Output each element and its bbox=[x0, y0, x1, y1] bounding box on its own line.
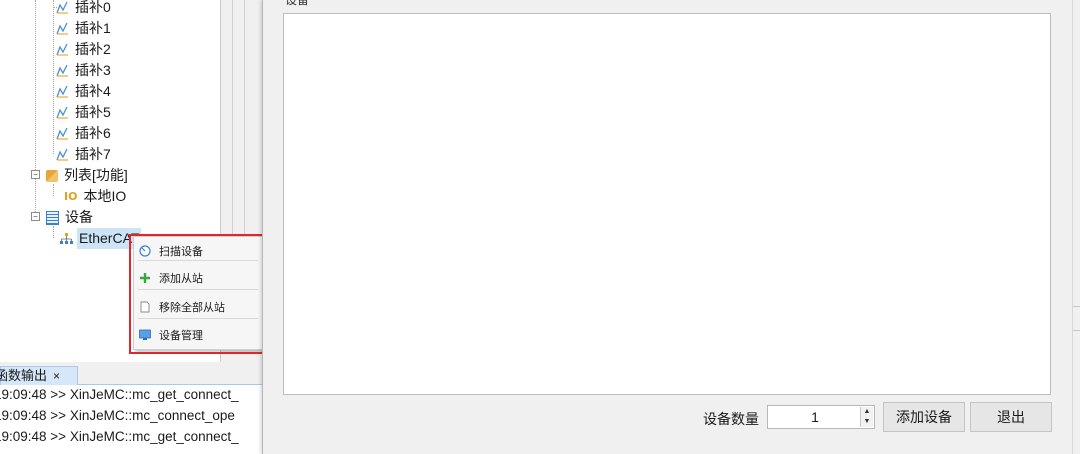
tree-item-devices[interactable]: 设备 bbox=[46, 207, 95, 228]
log-line: 19:09:48 >> XinJeMC::mc_connect_ope bbox=[0, 408, 235, 423]
tree-item-interp-1[interactable]: 插补1 bbox=[56, 18, 113, 39]
device-count-value[interactable]: 1 bbox=[768, 406, 862, 428]
tree-item-interp-2[interactable]: 插补2 bbox=[56, 39, 113, 60]
device-count-label: 设备数量 bbox=[703, 411, 759, 427]
close-icon[interactable]: × bbox=[53, 367, 60, 385]
interpolation-icon bbox=[56, 64, 68, 77]
add-device-button[interactable]: 添加设备 bbox=[883, 402, 965, 432]
tree-item-label: 插补1 bbox=[75, 20, 111, 36]
interpolation-icon bbox=[56, 127, 68, 140]
tree-item-interp-0[interactable]: 插补0 bbox=[53, 0, 113, 18]
tree-item-label: 插补0 bbox=[75, 0, 111, 15]
interpolation-icon bbox=[56, 85, 68, 98]
tree-item-interp-7[interactable]: 插补7 bbox=[56, 144, 113, 165]
tab-function-output[interactable]: 函数输出 × bbox=[0, 366, 78, 386]
background-window-edge bbox=[1072, 0, 1080, 454]
interpolation-icon bbox=[56, 106, 68, 119]
tree-item-interp-4[interactable]: 插补4 bbox=[56, 81, 113, 102]
tree-item-label: 插补4 bbox=[75, 83, 111, 99]
collapse-toggle-icon[interactable]: − bbox=[31, 212, 40, 221]
interpolation-icon bbox=[56, 43, 68, 56]
tree-item-label: 插补6 bbox=[75, 125, 111, 141]
tree-item-list[interactable]: 列表[功能] bbox=[46, 165, 130, 186]
group-label: 设备 bbox=[285, 0, 310, 7]
tree-guide bbox=[35, 0, 36, 218]
io-icon: IO bbox=[64, 190, 78, 203]
log-line: 19:09:48 >> XinJeMC::mc_get_connect_ bbox=[0, 429, 239, 444]
tree-guide bbox=[53, 0, 54, 154]
tab-label: 函数输出 bbox=[0, 368, 48, 383]
tree-item-label: 插补5 bbox=[75, 104, 111, 120]
network-icon bbox=[60, 232, 73, 244]
interpolation-icon bbox=[56, 148, 68, 161]
tree-item-label: 插补2 bbox=[75, 41, 111, 57]
interpolation-icon bbox=[56, 22, 68, 35]
log-line: 19:09:48 >> XinJeMC::mc_get_connect_ bbox=[0, 387, 239, 402]
device-dialog: 设备 设备数量 1 ▲ ▼ 添加设备 退出 bbox=[262, 0, 1073, 454]
tree-item-label: 插补3 bbox=[75, 62, 111, 78]
device-icon bbox=[46, 210, 59, 225]
device-list[interactable] bbox=[283, 13, 1051, 395]
spin-down-icon[interactable]: ▼ bbox=[861, 417, 873, 427]
tree-item-local-io[interactable]: IO 本地IO bbox=[64, 186, 128, 207]
exit-button[interactable]: 退出 bbox=[970, 402, 1052, 432]
spin-buttons[interactable]: ▲ ▼ bbox=[860, 407, 873, 427]
tree-item-interp-6[interactable]: 插补6 bbox=[56, 123, 113, 144]
spin-up-icon[interactable]: ▲ bbox=[861, 407, 873, 417]
tree-item-label: 设备 bbox=[65, 209, 93, 225]
output-log: 19:09:48 >> XinJeMC::mc_get_connect_ 19:… bbox=[0, 385, 262, 454]
tree-item-label: 列表[功能] bbox=[64, 167, 128, 183]
list-icon bbox=[46, 169, 58, 182]
collapse-toggle-icon[interactable]: − bbox=[31, 170, 40, 179]
tree-item-label: 本地IO bbox=[83, 188, 127, 204]
device-count-spinbox[interactable]: 1 ▲ ▼ bbox=[767, 405, 875, 429]
tree-item-interp-5[interactable]: 插补5 bbox=[56, 102, 113, 123]
tree-item-label: 插补7 bbox=[75, 146, 111, 162]
tree-item-interp-3[interactable]: 插补3 bbox=[56, 60, 113, 81]
annotation-highlight-box bbox=[129, 234, 271, 354]
